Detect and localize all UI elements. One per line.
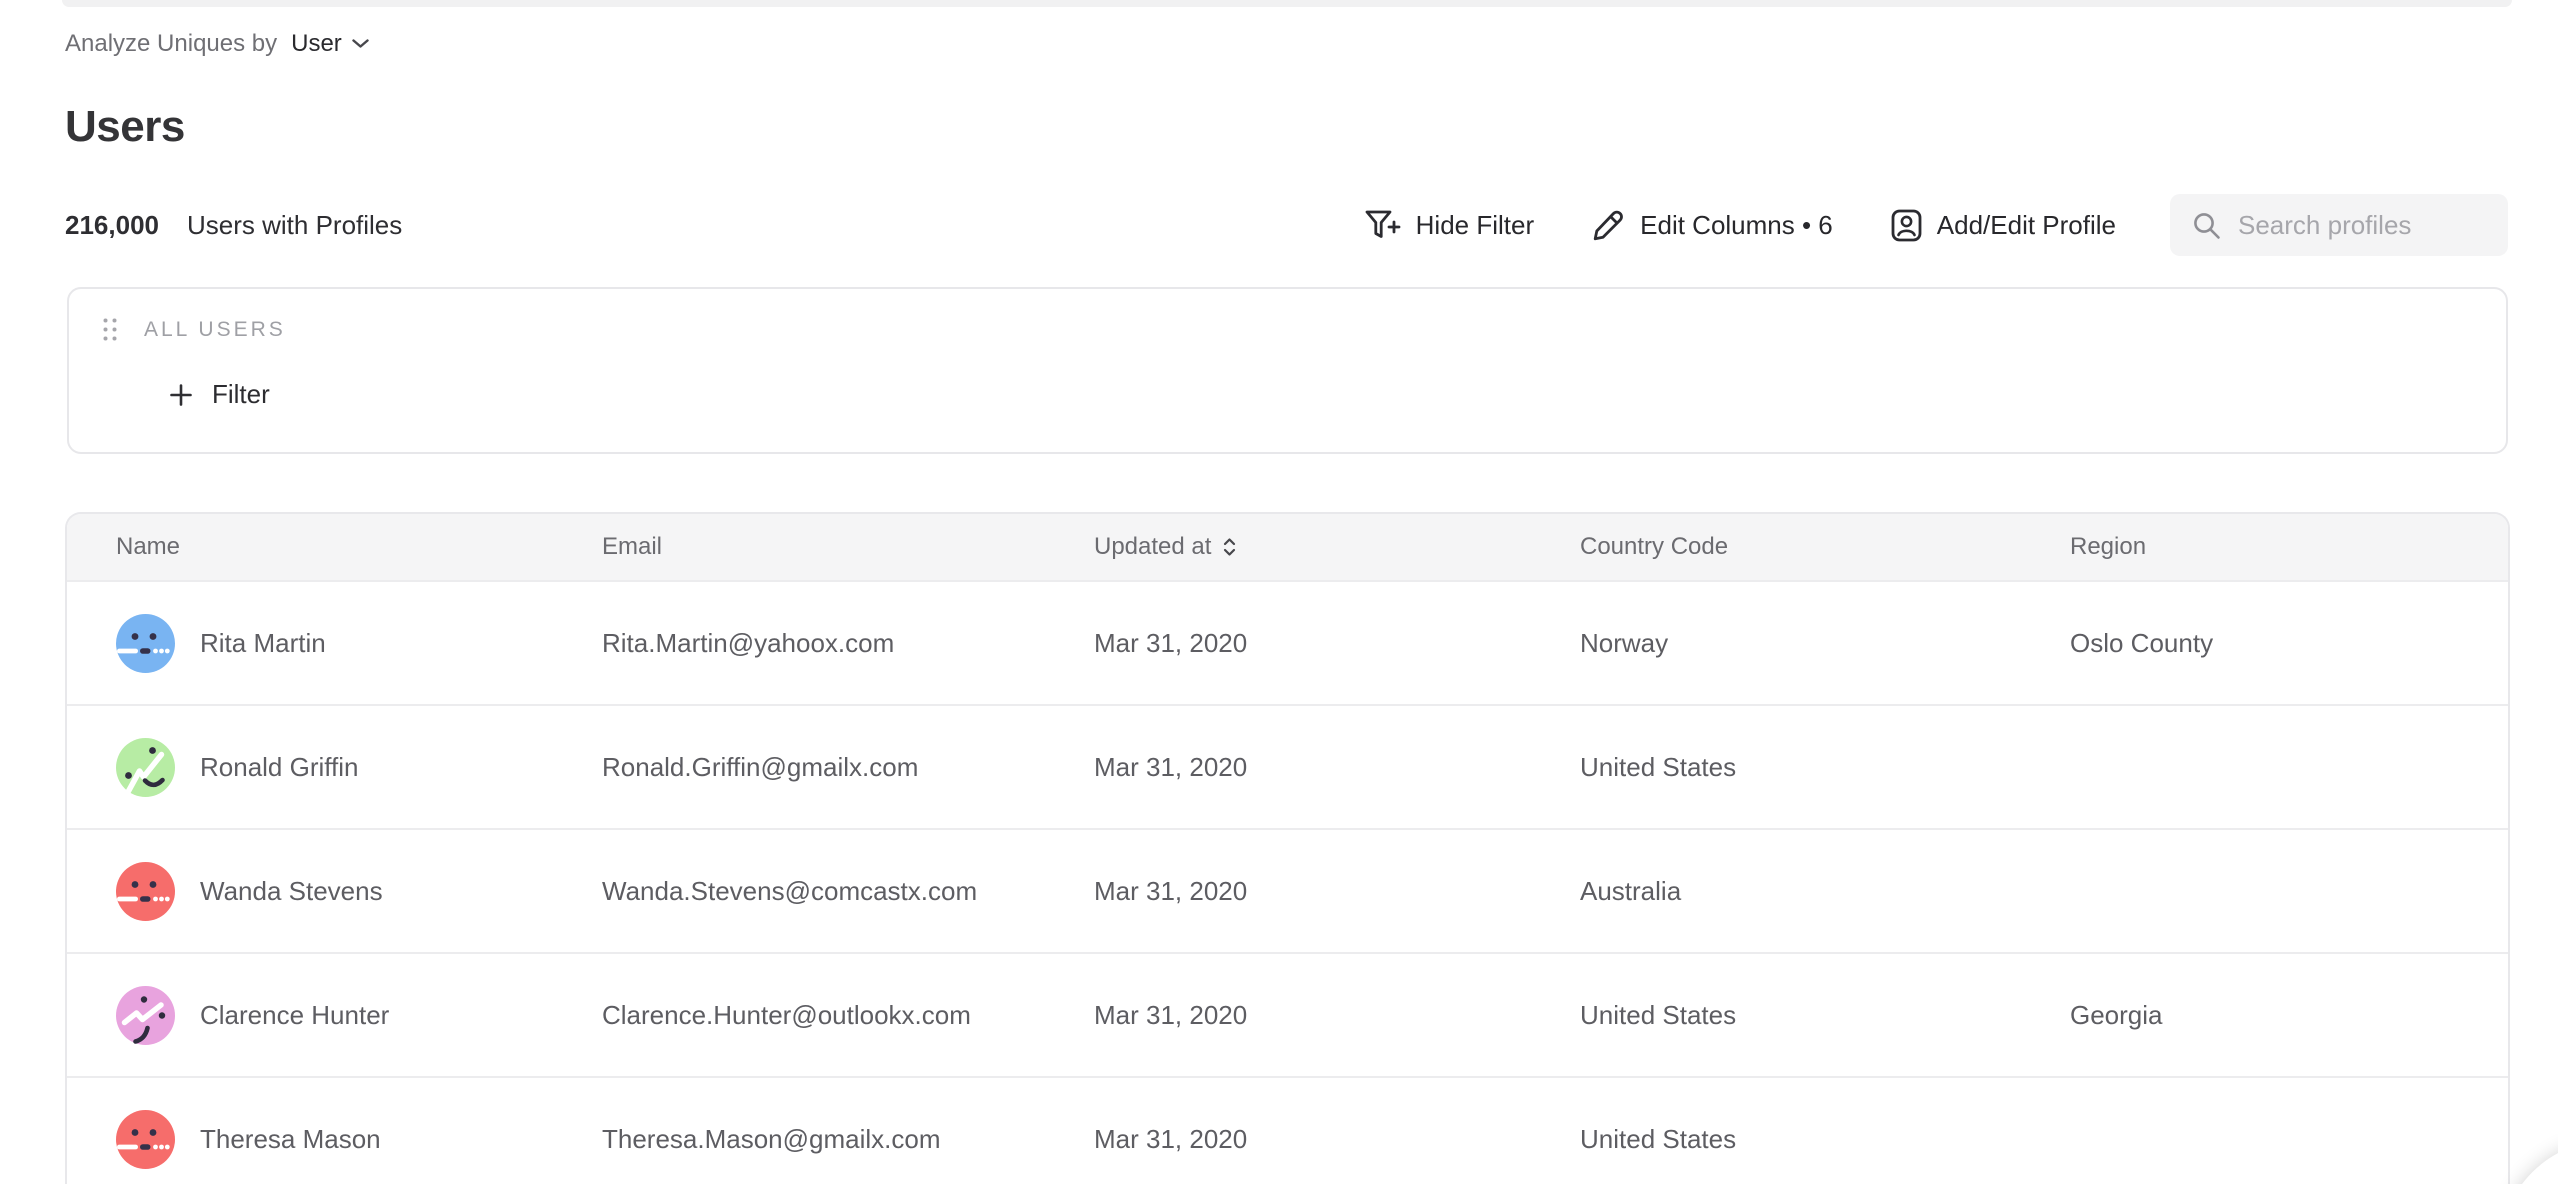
user-country: United States <box>1580 1000 2070 1031</box>
edit-columns-label: Edit Columns • 6 <box>1640 210 1833 241</box>
page-title: Users <box>65 100 185 154</box>
search-icon <box>2192 211 2221 240</box>
user-name: Ronald Griffin <box>200 752 359 783</box>
profiles-table: Name Email Updated at Country Code Regio… <box>65 512 2510 1184</box>
table-row[interactable]: Clarence Hunter Clarence.Hunter@outlookx… <box>67 954 2508 1078</box>
user-country: United States <box>1580 1124 2070 1155</box>
scrolled-card-edge <box>62 0 2512 7</box>
user-email: Clarence.Hunter@outlookx.com <box>602 1000 1094 1031</box>
search-box <box>2170 194 2508 256</box>
user-name: Clarence Hunter <box>200 1000 389 1031</box>
user-email: Rita.Martin@yahoox.com <box>602 628 1094 659</box>
column-header-country-code: Country Code <box>1580 533 2070 561</box>
avatar <box>116 738 175 797</box>
pencil-icon <box>1592 209 1625 242</box>
user-name: Theresa Mason <box>200 1124 381 1155</box>
user-region: Georgia <box>2070 1000 2508 1031</box>
column-header-name: Name <box>116 533 602 561</box>
user-email: Theresa.Mason@gmailx.com <box>602 1124 1094 1155</box>
user-country: United States <box>1580 752 2070 783</box>
analyze-by-value: User <box>291 28 342 60</box>
user-country: Australia <box>1580 876 2070 907</box>
user-updated-at: Mar 31, 2020 <box>1094 1000 1580 1031</box>
analyze-uniques-label: Analyze Uniques by <box>65 28 277 60</box>
column-header-region: Region <box>2070 533 2508 561</box>
user-name: Wanda Stevens <box>200 876 383 907</box>
profile-card-icon <box>1891 209 1922 242</box>
table-row[interactable]: Wanda Stevens Wanda.Stevens@comcastx.com… <box>67 830 2508 954</box>
user-email: Wanda.Stevens@comcastx.com <box>602 876 1094 907</box>
sort-icon[interactable] <box>1222 537 1237 557</box>
edit-columns-button[interactable]: Edit Columns • 6 <box>1592 209 1833 242</box>
profiles-count-label: Users with Profiles <box>187 210 402 241</box>
add-filter-button[interactable]: Filter <box>169 379 270 410</box>
drag-handle-icon[interactable] <box>102 317 118 342</box>
all-users-group-label: ALL USERS <box>144 318 286 342</box>
add-edit-profile-label: Add/Edit Profile <box>1937 210 2116 241</box>
column-header-updated-at[interactable]: Updated at <box>1094 533 1580 561</box>
add-edit-profile-button[interactable]: Add/Edit Profile <box>1891 209 2116 242</box>
plus-icon <box>169 383 193 407</box>
table-row[interactable]: Rita Martin Rita.Martin@yahoox.com Mar 3… <box>67 582 2508 706</box>
avatar <box>116 1110 175 1169</box>
user-country: Norway <box>1580 628 2070 659</box>
avatar <box>116 986 175 1045</box>
analyze-uniques-row: Analyze Uniques by User <box>65 28 369 60</box>
avatar <box>116 614 175 673</box>
user-updated-at: Mar 31, 2020 <box>1094 1124 1580 1155</box>
table-header: Name Email Updated at Country Code Regio… <box>67 514 2508 582</box>
profiles-count-number: 216,000 <box>65 210 159 241</box>
chevron-down-icon <box>352 39 369 49</box>
user-updated-at: Mar 31, 2020 <box>1094 752 1580 783</box>
toolbar: 216,000 Users with Profiles Hide Filter … <box>65 194 2508 256</box>
hide-filter-label: Hide Filter <box>1416 210 1534 241</box>
user-email: Ronald.Griffin@gmailx.com <box>602 752 1094 783</box>
table-row[interactable]: Ronald Griffin Ronald.Griffin@gmailx.com… <box>67 706 2508 830</box>
profiles-count: 216,000 Users with Profiles <box>65 210 402 241</box>
user-updated-at: Mar 31, 2020 <box>1094 876 1580 907</box>
user-updated-at: Mar 31, 2020 <box>1094 628 1580 659</box>
analyze-by-dropdown[interactable]: User <box>291 28 369 60</box>
user-region: Oslo County <box>2070 628 2508 659</box>
hide-filter-button[interactable]: Hide Filter <box>1365 210 1534 241</box>
column-header-email: Email <box>602 533 1094 561</box>
filter-panel: ALL USERS Filter <box>67 287 2508 454</box>
filter-funnel-plus-icon <box>1365 210 1401 241</box>
add-filter-label: Filter <box>212 379 270 410</box>
table-row[interactable]: Theresa Mason Theresa.Mason@gmailx.com M… <box>67 1078 2508 1184</box>
avatar <box>116 862 175 921</box>
user-name: Rita Martin <box>200 628 326 659</box>
